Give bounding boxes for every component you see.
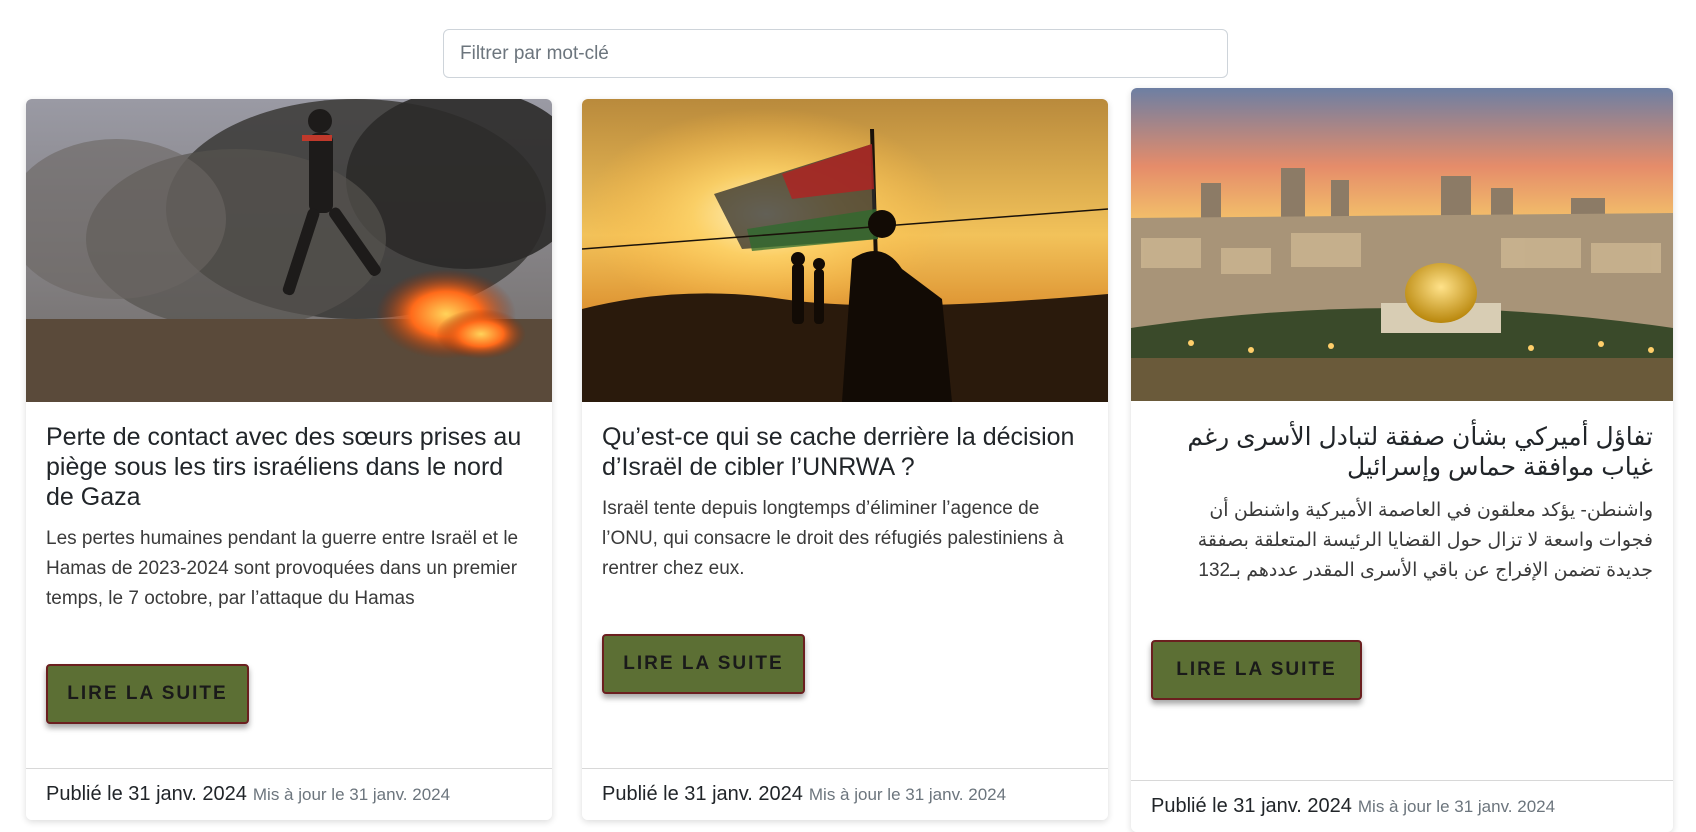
article-image[interactable] [26,99,552,402]
read-more-button[interactable]: Lire la suite [602,634,805,694]
published-date: Publié le 31 janv. 2024 [602,783,803,805]
article-excerpt: واشنطن- يؤكد معلقون في العاصمة الأميركية… [1197,500,1653,581]
card-footer: Publié le 31 janv. 2024 Mis à jour le 31… [26,768,552,820]
article-card: Qu’est-ce qui se cache derrière la décis… [582,99,1108,820]
article-excerpt: Israël tente depuis longtemps d’éliminer… [602,498,1064,579]
article-card: تفاؤل أميركي بشأن صفقة لتبادل الأسرى رغم… [1131,88,1673,832]
article-image[interactable] [1131,88,1673,401]
card-footer: Publié le 31 janv. 2024 Mis à jour le 31… [582,768,1108,820]
article-title[interactable]: Perte de contact avec des sœurs prises a… [46,422,532,512]
published-date: Publié le 31 janv. 2024 [1151,795,1352,817]
card-footer: Publié le 31 janv. 2024 Mis à jour le 31… [1131,780,1673,832]
article-title[interactable]: تفاؤل أميركي بشأن صفقة لتبادل الأسرى رغم… [1151,422,1653,482]
article-excerpt: Les pertes humaines pendant la guerre en… [46,528,519,609]
read-more-button[interactable]: Lire la suite [1151,640,1362,700]
search-input[interactable] [443,29,1228,78]
article-card: Perte de contact avec des sœurs prises a… [26,99,552,820]
read-more-button[interactable]: Lire la suite [46,664,249,724]
published-date: Publié le 31 janv. 2024 [46,783,247,805]
article-title[interactable]: Qu’est-ce qui se cache derrière la décis… [602,422,1088,482]
article-image[interactable] [582,99,1108,402]
updated-date: Mis à jour le 31 janv. 2024 [1357,796,1556,816]
updated-date: Mis à jour le 31 janv. 2024 [252,784,451,804]
updated-date: Mis à jour le 31 janv. 2024 [808,784,1007,804]
